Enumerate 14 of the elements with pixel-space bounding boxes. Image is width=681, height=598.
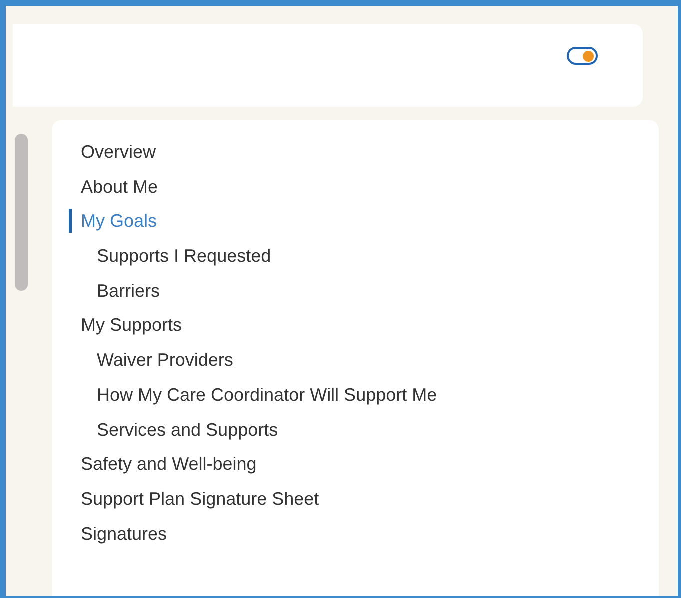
- nav-link[interactable]: About Me: [69, 174, 158, 199]
- nav-link[interactable]: Support Plan Signature Sheet: [69, 486, 320, 511]
- nav-link[interactable]: How My Care Coordinator Will Support Me: [69, 382, 438, 407]
- nav-link[interactable]: My Goals: [69, 209, 158, 234]
- nav-link[interactable]: Services and Supports: [69, 418, 278, 442]
- nav-link[interactable]: Supports I Requested: [69, 244, 272, 268]
- scrollbar-thumb[interactable]: [15, 134, 28, 291]
- nav-link[interactable]: Signatures: [69, 522, 168, 546]
- nav-link[interactable]: My Supports: [69, 313, 182, 338]
- nav-link[interactable]: Barriers: [69, 278, 160, 303]
- nav-link[interactable]: Safety and Well-being: [69, 452, 257, 476]
- nav-link[interactable]: Waiver Providers: [69, 348, 234, 372]
- toggle-switch[interactable]: [567, 47, 598, 65]
- nav-link[interactable]: Overview: [69, 140, 156, 164]
